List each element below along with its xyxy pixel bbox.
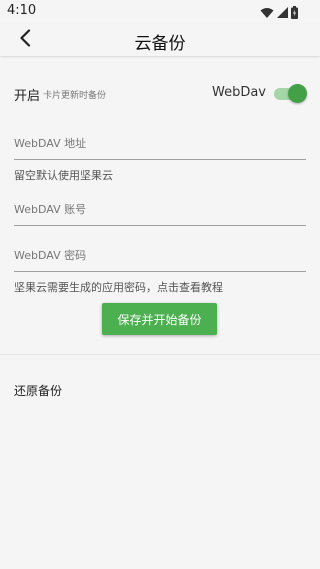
battery-icon [291,4,298,23]
switch-thumb [288,84,307,103]
enable-hint: 卡片更新时备份 [43,91,107,101]
webdav-address-input[interactable] [14,128,306,159]
divider [0,354,320,355]
webdav-address-field[interactable] [14,128,306,160]
enable-label: 开启 [14,89,41,104]
webdav-account-input[interactable] [14,194,306,225]
status-bar: 4:10 [0,0,320,24]
page-title: 云备份 [134,34,186,54]
save-and-backup-button[interactable]: 保存并开始备份 [102,303,217,335]
restore-backup-label: 还原备份 [14,384,63,398]
restore-backup-item[interactable]: 还原备份 [0,372,320,408]
webdav-password-field[interactable] [14,240,306,272]
enable-backup-row: 开启 卡片更新时备份 WebDav [14,84,307,104]
password-hint-link[interactable]: 坚果云需要生成的应用密码，点击查看教程 [14,279,223,295]
webdav-password-input[interactable] [14,240,306,271]
wifi-icon [260,4,274,23]
webdav-switch[interactable] [274,84,307,104]
address-hint: 留空默认使用坚果云 [14,169,113,182]
status-time: 4:10 [7,3,37,18]
toolbar: 云备份 [0,24,320,56]
status-icons [260,4,298,23]
webdav-label: WebDav [211,85,266,100]
signal-icon [277,4,288,23]
webdav-account-field[interactable] [14,194,306,226]
